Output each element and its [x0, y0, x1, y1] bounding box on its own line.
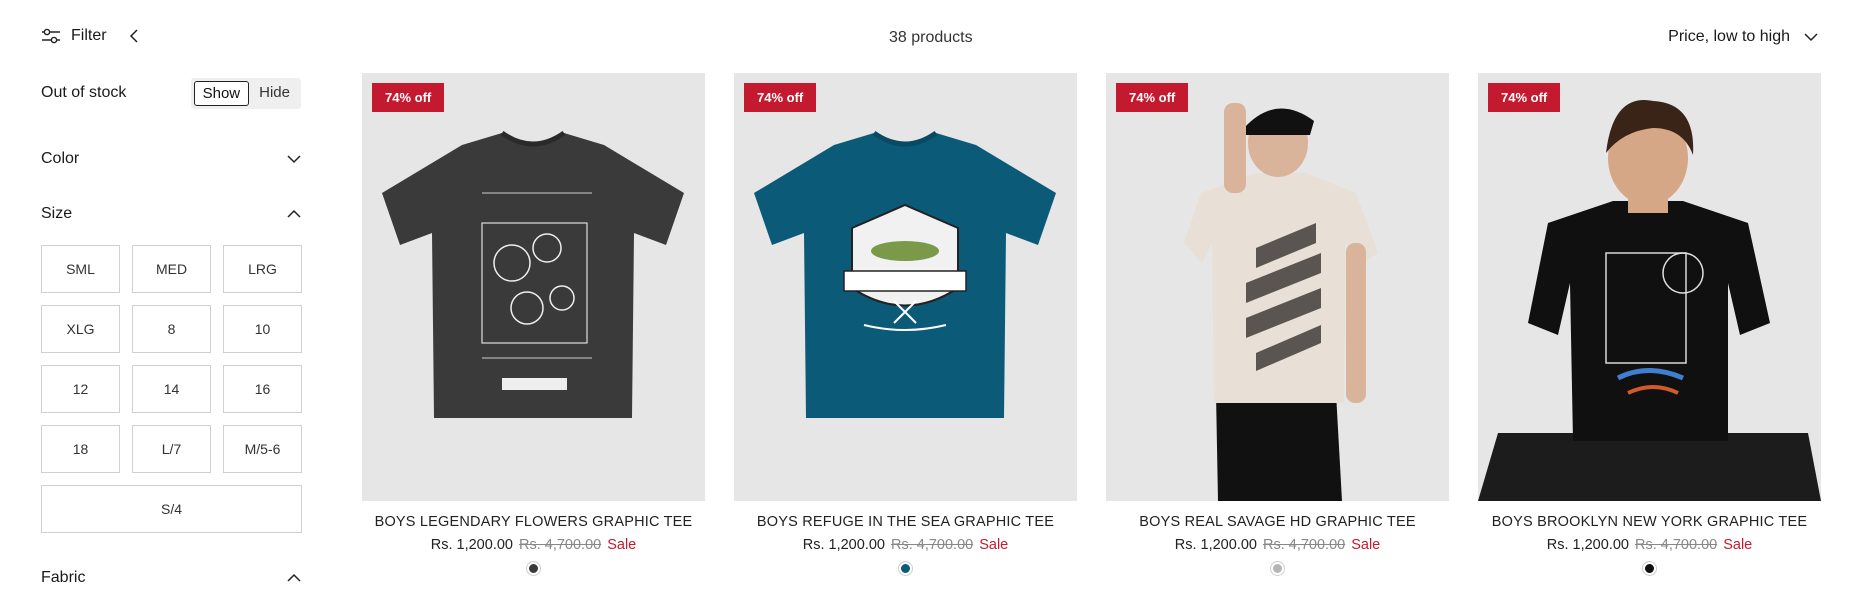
sale-label: Sale — [1351, 537, 1381, 553]
chevron-down-icon — [1804, 32, 1818, 42]
color-filter-label: Color — [41, 150, 80, 167]
size-filter-label: Size — [41, 205, 73, 222]
sort-label: Price, low to high — [1668, 28, 1790, 45]
product-price: Rs. 1,200.00 Rs. 4,700.00 Sale — [1106, 537, 1449, 553]
compare-price: Rs. 4,700.00 — [1262, 537, 1346, 553]
color-filter-header[interactable]: Color — [41, 146, 301, 172]
size-option-12[interactable]: 12 — [41, 365, 120, 413]
color-swatch[interactable] — [527, 562, 540, 575]
chevron-down-icon — [287, 154, 301, 164]
product-card[interactable]: 74% off BOYS REAL SAVAGE HD GRAPHIC TEE … — [1106, 73, 1449, 575]
chevron-up-icon — [287, 573, 301, 583]
filter-label: Filter — [71, 27, 107, 44]
out-of-stock-toggle: Show Hide — [190, 77, 301, 109]
size-option-14[interactable]: 14 — [132, 365, 211, 413]
size-option-m5-6[interactable]: M/5-6 — [223, 425, 302, 473]
compare-price: Rs. 4,700.00 — [890, 537, 974, 553]
product-card[interactable]: 74% off BOYS LEGENDARY FLOWERS GRAPHIC T… — [362, 73, 705, 575]
sale-label: Sale — [607, 537, 637, 553]
chevron-left-icon — [129, 28, 139, 44]
size-option-xlg[interactable]: XLG — [41, 305, 120, 353]
product-price: Rs. 1,200.00 Rs. 4,700.00 Sale — [734, 537, 1077, 553]
size-option-med[interactable]: MED — [132, 245, 211, 293]
color-swatch[interactable] — [1271, 562, 1284, 575]
product-price: Rs. 1,200.00 Rs. 4,700.00 Sale — [362, 537, 705, 553]
discount-badge: 74% off — [372, 83, 445, 112]
show-option[interactable]: Show — [193, 80, 250, 106]
sale-price: Rs. 1,200.00 — [1546, 537, 1629, 553]
product-image[interactable]: 74% off — [1106, 73, 1449, 501]
compare-price: Rs. 4,700.00 — [518, 537, 602, 553]
size-option-8[interactable]: 8 — [132, 305, 211, 353]
size-filter-header[interactable]: Size — [41, 201, 301, 227]
size-option-10[interactable]: 10 — [223, 305, 302, 353]
sale-label: Sale — [979, 537, 1009, 553]
product-image[interactable]: 74% off — [362, 73, 705, 501]
product-price: Rs. 1,200.00 Rs. 4,700.00 Sale — [1478, 537, 1821, 553]
product-card[interactable]: 74% off BOYS BROOKLYN NEW YORK GRAPHIC T… — [1478, 73, 1821, 575]
sale-price: Rs. 1,200.00 — [430, 537, 513, 553]
sort-dropdown[interactable]: Price, low to high — [1668, 28, 1818, 46]
product-title[interactable]: BOYS REAL SAVAGE HD GRAPHIC TEE — [1106, 514, 1449, 530]
discount-badge: 74% off — [1116, 83, 1189, 112]
product-title[interactable]: BOYS LEGENDARY FLOWERS GRAPHIC TEE — [362, 514, 705, 530]
product-image[interactable]: 74% off — [734, 73, 1077, 501]
size-option-18[interactable]: 18 — [41, 425, 120, 473]
filter-sidebar: Out of stock Show Hide — [41, 76, 301, 110]
fabric-filter-header[interactable]: Fabric — [41, 565, 301, 591]
out-of-stock-filter: Out of stock Show Hide — [41, 76, 301, 110]
discount-badge: 74% off — [744, 83, 817, 112]
out-of-stock-label: Out of stock — [41, 84, 127, 101]
fabric-filter-label: Fabric — [41, 569, 86, 586]
product-title[interactable]: BOYS BROOKLYN NEW YORK GRAPHIC TEE — [1478, 514, 1821, 530]
size-option-lrg[interactable]: LRG — [223, 245, 302, 293]
sale-price: Rs. 1,200.00 — [802, 537, 885, 553]
color-swatch[interactable] — [899, 562, 912, 575]
sale-label: Sale — [1723, 537, 1753, 553]
filter-sliders-icon — [41, 27, 61, 45]
chevron-up-icon — [287, 209, 301, 219]
product-image[interactable]: 74% off — [1478, 73, 1821, 501]
discount-badge: 74% off — [1488, 83, 1561, 112]
product-count: 38 products — [889, 29, 973, 46]
size-option-s4[interactable]: S/4 — [41, 485, 302, 533]
size-option-16[interactable]: 16 — [223, 365, 302, 413]
product-card[interactable]: 74% off BOYS REFUGE IN THE SEA GRAPHIC T… — [734, 73, 1077, 575]
compare-price: Rs. 4,700.00 — [1634, 537, 1718, 553]
size-option-l7[interactable]: L/7 — [132, 425, 211, 473]
hide-option[interactable]: Hide — [251, 81, 298, 106]
filter-toggle-button[interactable]: Filter — [41, 27, 139, 45]
size-option-sml[interactable]: SML — [41, 245, 120, 293]
size-options: SML MED LRG XLG 8 10 12 14 16 18 L/7 M/5… — [41, 245, 302, 533]
product-title[interactable]: BOYS REFUGE IN THE SEA GRAPHIC TEE — [734, 514, 1077, 530]
sale-price: Rs. 1,200.00 — [1174, 537, 1257, 553]
color-swatch[interactable] — [1643, 562, 1656, 575]
